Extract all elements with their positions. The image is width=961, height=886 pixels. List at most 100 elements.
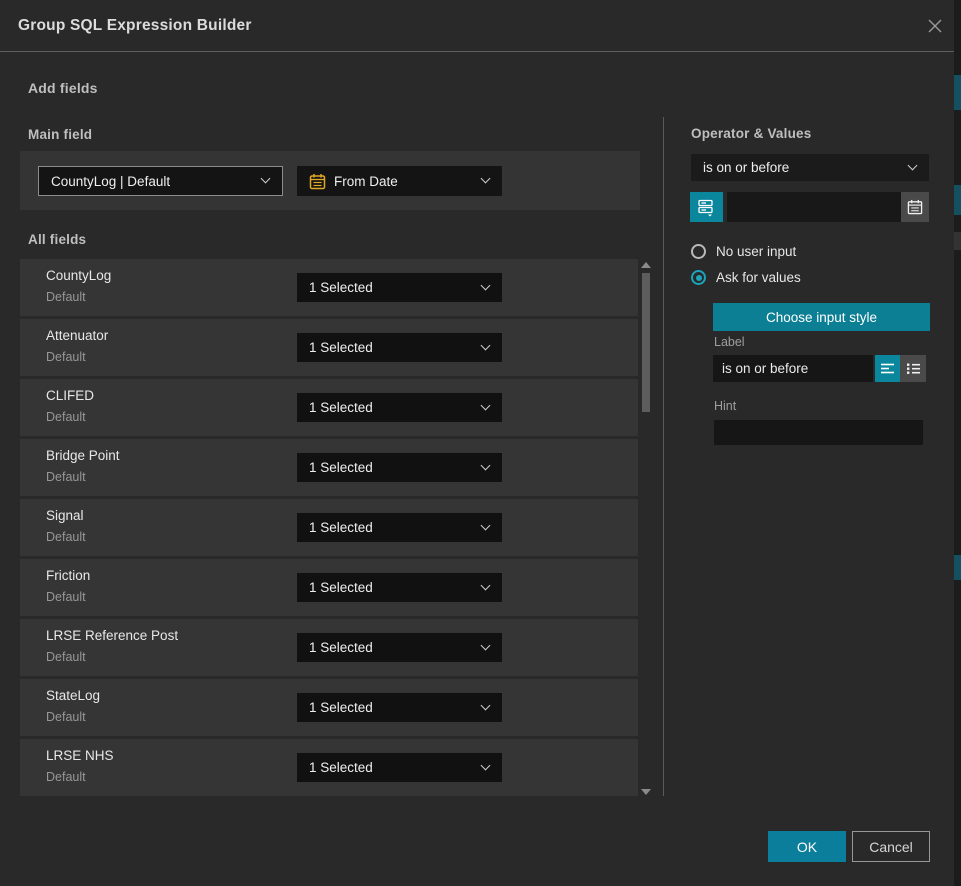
field-values-select[interactable]: 1 Selected	[297, 573, 502, 602]
scrollbar-down-arrow[interactable]	[641, 789, 651, 795]
field-subtitle: Default	[46, 530, 86, 544]
field-name: Signal	[46, 508, 84, 523]
main-field-select-value: From Date	[334, 174, 398, 189]
chevron-down-icon	[481, 760, 491, 770]
radio-ask-for-values[interactable]: Ask for values	[691, 270, 801, 285]
radio-ask-for-values-label: Ask for values	[716, 270, 801, 285]
field-row-lrse-nhs: LRSE NHS Default 1 Selected	[20, 739, 638, 796]
label-field-label: Label	[714, 335, 745, 349]
input-type-button[interactable]	[690, 192, 723, 222]
field-name: StateLog	[46, 688, 100, 703]
operator-select[interactable]: is on or before	[691, 154, 929, 181]
value-input[interactable]	[727, 192, 901, 222]
align-left-icon	[880, 362, 895, 375]
label-input[interactable]	[713, 355, 873, 382]
field-values-select-value: 1 Selected	[309, 580, 373, 595]
field-values-select-value: 1 Selected	[309, 460, 373, 475]
hint-field-label: Hint	[714, 399, 736, 413]
main-field-select[interactable]: From Date	[297, 166, 502, 196]
field-name: LRSE Reference Post	[46, 628, 178, 643]
field-row-statelog: StateLog Default 1 Selected	[20, 679, 638, 736]
field-name: Bridge Point	[46, 448, 120, 463]
field-values-select-value: 1 Selected	[309, 640, 373, 655]
bulleted-list-icon	[906, 362, 921, 375]
field-row-signal: Signal Default 1 Selected	[20, 499, 638, 556]
main-field-row: CountyLog | Default From Date	[20, 151, 640, 210]
background-app-edge	[954, 0, 961, 886]
field-name: LRSE NHS	[46, 748, 114, 763]
field-row-friction: Friction Default 1 Selected	[20, 559, 638, 616]
chevron-down-icon	[481, 640, 491, 650]
chevron-down-icon	[481, 580, 491, 590]
field-values-select-value: 1 Selected	[309, 400, 373, 415]
chevron-down-icon	[481, 460, 491, 470]
field-values-select-value: 1 Selected	[309, 340, 373, 355]
field-name: Friction	[46, 568, 90, 583]
operator-select-value: is on or before	[703, 160, 789, 175]
field-subtitle: Default	[46, 650, 86, 664]
unique-values-icon	[697, 198, 716, 217]
radio-no-user-input[interactable]: No user input	[691, 244, 796, 259]
ok-button[interactable]: OK	[768, 831, 846, 862]
field-row-attenuator: Attenuator Default 1 Selected	[20, 319, 638, 376]
single-line-input-button[interactable]	[875, 355, 900, 382]
field-subtitle: Default	[46, 470, 86, 484]
screen: Group SQL Expression Builder Add fields …	[0, 0, 961, 886]
chevron-down-icon	[261, 174, 271, 184]
field-subtitle: Default	[46, 350, 86, 364]
field-values-select[interactable]: 1 Selected	[297, 333, 502, 362]
field-subtitle: Default	[46, 770, 86, 784]
field-subtitle: Default	[46, 710, 86, 724]
list-input-button[interactable]	[900, 355, 926, 382]
all-fields-heading: All fields	[28, 232, 86, 247]
radio-no-user-input-label: No user input	[716, 244, 796, 259]
hint-input[interactable]	[714, 420, 923, 445]
radio-unselected-icon	[691, 244, 706, 259]
field-values-select[interactable]: 1 Selected	[297, 273, 502, 302]
choose-input-style-button[interactable]: Choose input style	[713, 303, 930, 331]
chevron-down-icon	[481, 174, 491, 184]
dialog-titlebar: Group SQL Expression Builder	[0, 0, 954, 52]
add-fields-heading: Add fields	[28, 80, 98, 96]
cancel-button[interactable]: Cancel	[852, 831, 930, 862]
main-field-heading: Main field	[28, 127, 92, 142]
field-row-countylog: CountyLog Default 1 Selected	[20, 259, 638, 316]
chevron-down-icon	[481, 340, 491, 350]
layer-select-value: CountyLog | Default	[51, 174, 170, 189]
field-values-select[interactable]: 1 Selected	[297, 453, 502, 482]
field-values-select[interactable]: 1 Selected	[297, 633, 502, 662]
scrollbar-thumb[interactable]	[642, 273, 650, 412]
close-icon[interactable]	[924, 15, 946, 37]
chevron-down-icon	[481, 400, 491, 410]
field-row-clifed: CLIFED Default 1 Selected	[20, 379, 638, 436]
layer-select[interactable]: CountyLog | Default	[38, 166, 283, 196]
field-subtitle: Default	[46, 410, 86, 424]
background-app-edge-segment	[954, 555, 961, 580]
field-subtitle: Default	[46, 590, 86, 604]
panel-divider	[663, 117, 664, 796]
group-sql-expression-builder-dialog: Group SQL Expression Builder Add fields …	[0, 0, 954, 886]
date-picker-button[interactable]	[901, 192, 929, 222]
operator-values-heading: Operator & Values	[691, 126, 811, 141]
scrollbar-up-arrow[interactable]	[641, 262, 651, 268]
background-app-edge-segment	[954, 75, 961, 110]
background-app-edge-segment	[954, 232, 961, 250]
field-values-select[interactable]: 1 Selected	[297, 753, 502, 782]
calendar-icon	[907, 199, 923, 215]
field-values-select-value: 1 Selected	[309, 760, 373, 775]
chevron-down-icon	[481, 280, 491, 290]
field-name: CLIFED	[46, 388, 94, 403]
chevron-down-icon	[908, 160, 918, 170]
field-values-select-value: 1 Selected	[309, 280, 373, 295]
calendar-icon	[309, 173, 326, 190]
field-subtitle: Default	[46, 290, 86, 304]
field-values-select[interactable]: 1 Selected	[297, 693, 502, 722]
field-values-select[interactable]: 1 Selected	[297, 513, 502, 542]
field-values-select[interactable]: 1 Selected	[297, 393, 502, 422]
field-row-bridge-point: Bridge Point Default 1 Selected	[20, 439, 638, 496]
dialog-title: Group SQL Expression Builder	[18, 0, 252, 52]
field-values-select-value: 1 Selected	[309, 700, 373, 715]
chevron-down-icon	[481, 700, 491, 710]
field-name: CountyLog	[46, 268, 111, 283]
field-name: Attenuator	[46, 328, 108, 343]
